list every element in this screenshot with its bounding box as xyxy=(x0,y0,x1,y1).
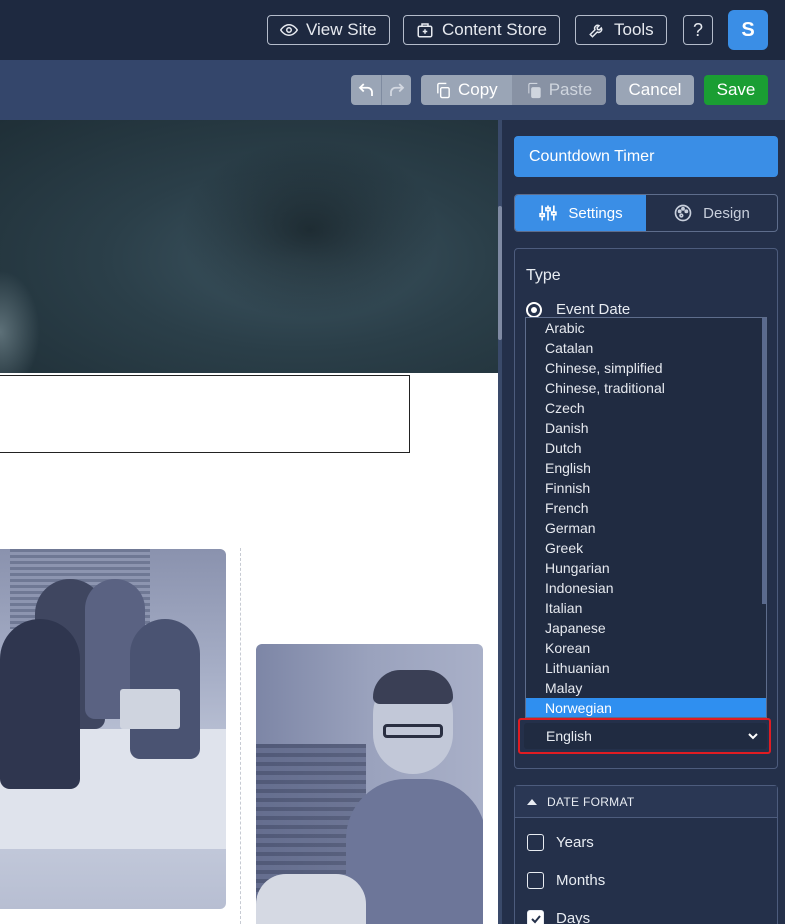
chevron-down-icon xyxy=(748,733,758,740)
page-canvas[interactable] xyxy=(0,120,498,924)
panel-title: Countdown Timer xyxy=(514,136,778,177)
language-dropdown-list[interactable]: Arabic Catalan Chinese, simplified Chinese,… xyxy=(525,317,767,718)
language-option[interactable]: Greek xyxy=(526,538,766,558)
language-option[interactable]: Arabic xyxy=(526,318,766,338)
panel-tabs: Settings Design xyxy=(514,194,778,232)
top-bar: View Site Content Store Tools ? S xyxy=(0,0,785,60)
language-option[interactable]: Malay xyxy=(526,678,766,698)
radio-icon xyxy=(526,301,542,318)
help-button[interactable]: ? xyxy=(683,15,713,45)
language-select-value: English xyxy=(546,728,592,744)
view-site-button[interactable]: View Site xyxy=(267,15,390,45)
undo-button[interactable] xyxy=(351,75,381,105)
language-select-highlight: English xyxy=(518,718,771,754)
paste-button[interactable]: Paste xyxy=(511,75,607,105)
language-option[interactable]: German xyxy=(526,518,766,538)
avatar[interactable]: S xyxy=(728,10,768,50)
tab-settings[interactable]: Settings xyxy=(515,195,646,231)
view-site-label: View Site xyxy=(306,20,377,39)
paste-icon xyxy=(527,82,541,98)
language-option[interactable]: French xyxy=(526,498,766,518)
column-divider xyxy=(240,548,241,924)
copy-icon xyxy=(437,82,450,98)
undo-icon xyxy=(358,83,373,96)
language-option[interactable]: Norwegian xyxy=(526,698,766,717)
language-option[interactable]: Korean xyxy=(526,638,766,658)
paste-label: Paste xyxy=(548,80,593,99)
tab-design[interactable]: Design xyxy=(646,195,777,231)
language-options: Arabic Catalan Chinese, simplified Chinese,… xyxy=(526,318,766,717)
tools-label: Tools xyxy=(614,20,654,39)
language-option[interactable]: Chinese, simplified xyxy=(526,358,766,378)
language-option[interactable]: Catalan xyxy=(526,338,766,358)
eye-icon xyxy=(280,23,298,37)
language-option[interactable]: Lithuanian xyxy=(526,658,766,678)
text-block[interactable] xyxy=(0,375,410,453)
checkbox-days-label: Days xyxy=(556,910,591,924)
content-store-button[interactable]: Content Store xyxy=(403,15,560,45)
team-photo[interactable] xyxy=(0,549,226,909)
cancel-button[interactable]: Cancel xyxy=(616,75,694,105)
wrench-icon xyxy=(589,24,603,38)
language-option[interactable]: Danish xyxy=(526,418,766,438)
radio-event-date[interactable]: Event Date xyxy=(526,301,630,318)
history-group xyxy=(351,75,411,105)
copy-label: Copy xyxy=(458,80,498,99)
redo-icon xyxy=(389,83,404,96)
checkbox-years[interactable]: Years xyxy=(527,834,594,851)
language-option[interactable]: Japanese xyxy=(526,618,766,638)
checkbox-days[interactable]: Days xyxy=(527,910,590,924)
copy-button[interactable]: Copy xyxy=(421,75,512,105)
language-option[interactable]: Czech xyxy=(526,398,766,418)
language-option[interactable]: Finnish xyxy=(526,478,766,498)
checkmark-icon xyxy=(527,910,544,924)
sliders-icon xyxy=(539,205,558,221)
dropdown-scrollbar[interactable] xyxy=(762,318,766,604)
tab-design-label: Design xyxy=(703,204,750,222)
date-format-title: DATE FORMAT xyxy=(547,794,635,809)
checkbox-months-label: Months xyxy=(556,872,606,889)
language-option[interactable]: Dutch xyxy=(526,438,766,458)
tools-button[interactable]: Tools xyxy=(575,15,667,45)
date-format-section: DATE FORMAT Years Months Days xyxy=(514,785,778,924)
language-select[interactable]: English xyxy=(524,723,767,749)
type-label: Type xyxy=(526,267,561,284)
portrait-photo[interactable] xyxy=(256,644,483,924)
checkbox-months[interactable]: Months xyxy=(527,872,605,889)
content-store-label: Content Store xyxy=(442,20,547,39)
radio-event-date-label: Event Date xyxy=(556,301,631,318)
checkbox-icon xyxy=(527,872,544,889)
hero-image[interactable] xyxy=(0,120,498,373)
caret-up-icon xyxy=(527,798,537,805)
checkbox-icon xyxy=(527,834,544,851)
checkbox-years-label: Years xyxy=(556,834,594,851)
clipboard-group: Copy Paste xyxy=(421,75,607,105)
date-format-header[interactable]: DATE FORMAT xyxy=(515,786,777,818)
language-option[interactable]: Chinese, traditional xyxy=(526,378,766,398)
language-option[interactable]: Indonesian xyxy=(526,578,766,598)
language-option[interactable]: Hungarian xyxy=(526,558,766,578)
editor-toolbar: Copy Paste Cancel Save xyxy=(0,60,785,120)
store-icon xyxy=(417,23,433,38)
save-button[interactable]: Save xyxy=(704,75,768,105)
language-option[interactable]: English xyxy=(526,458,766,478)
language-option[interactable]: Italian xyxy=(526,598,766,618)
redo-button[interactable] xyxy=(381,75,411,105)
palette-icon xyxy=(674,204,692,222)
tab-settings-label: Settings xyxy=(568,204,623,222)
